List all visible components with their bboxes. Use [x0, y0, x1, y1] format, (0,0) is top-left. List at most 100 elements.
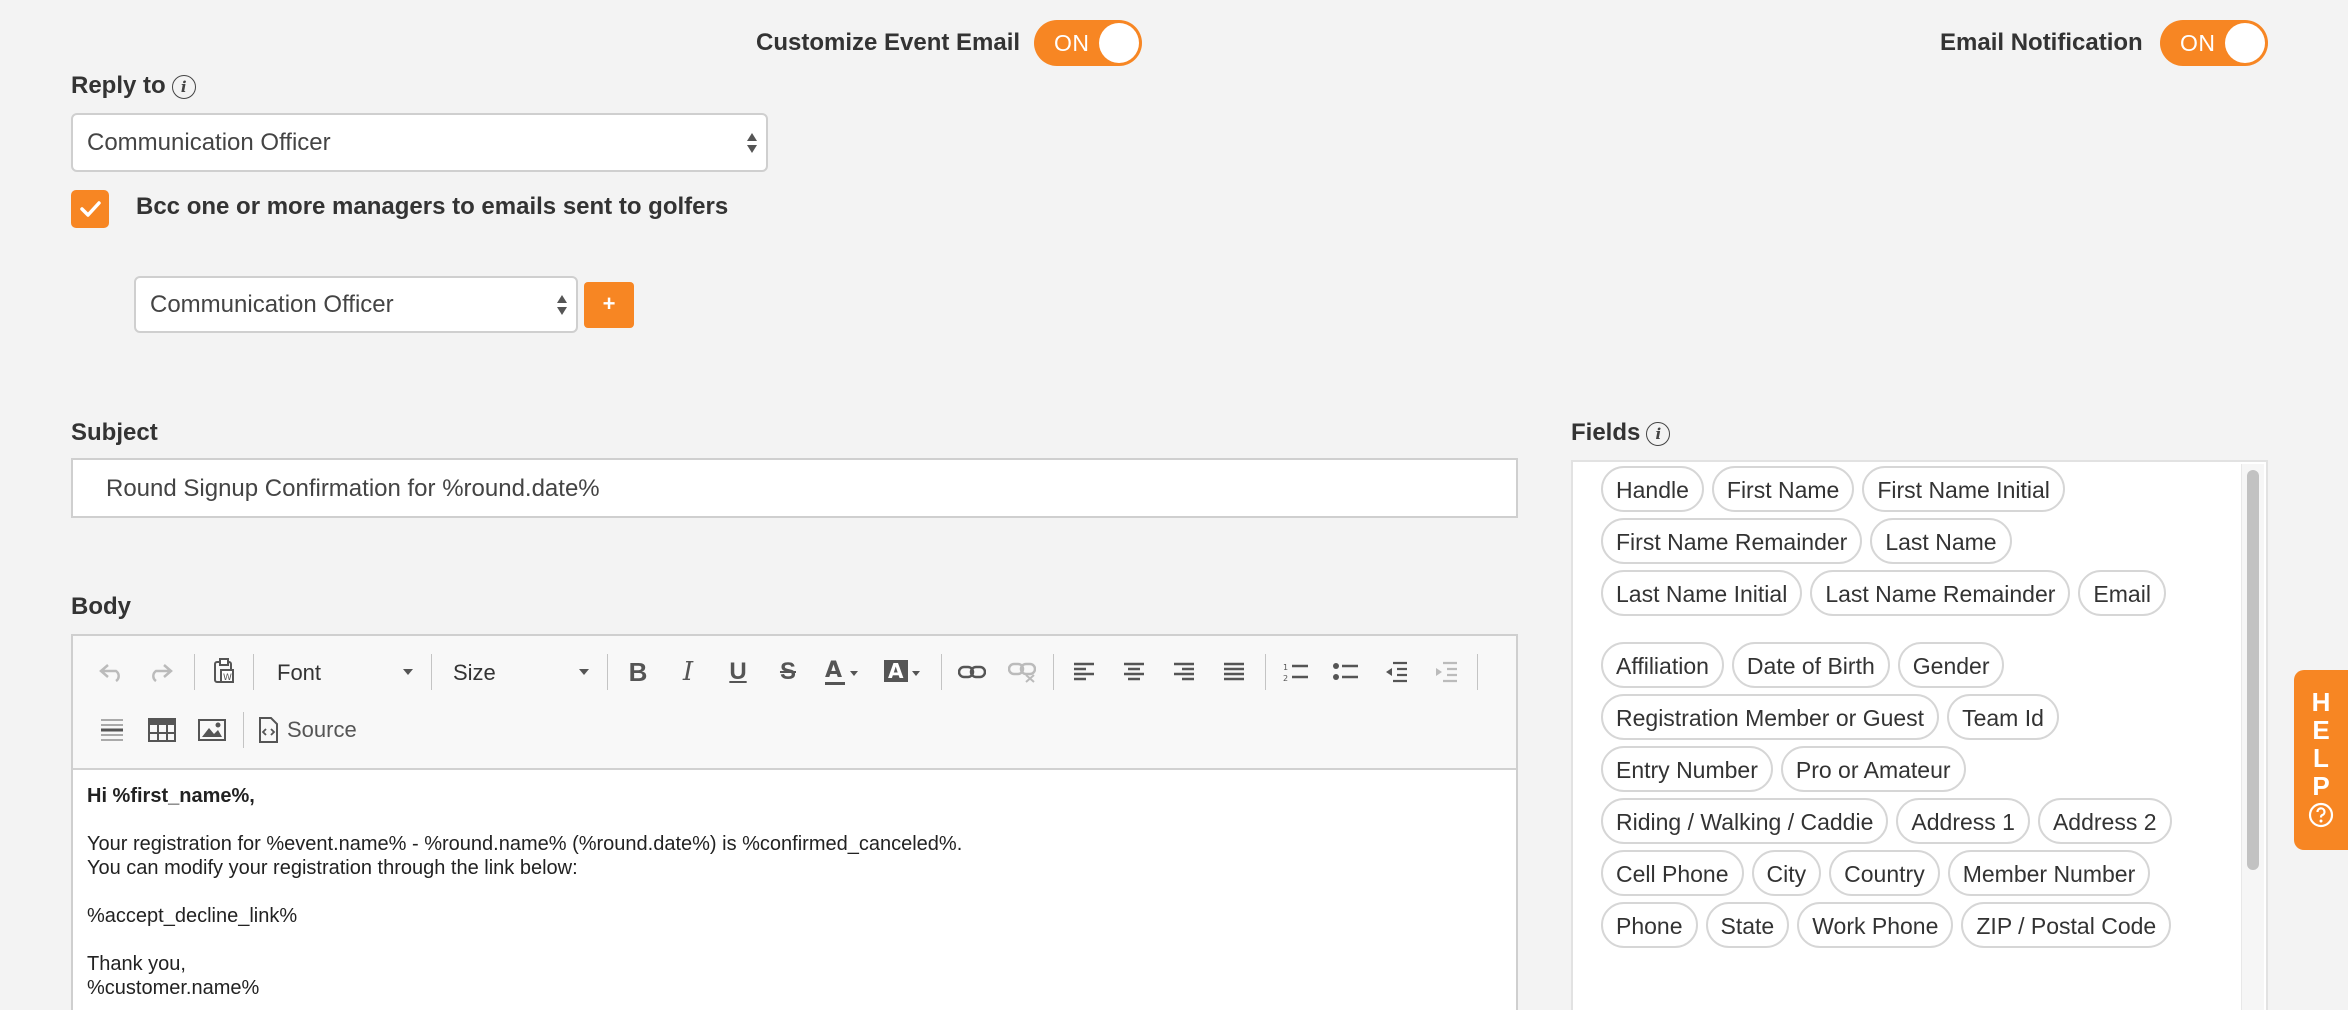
field-chip[interactable]: Phone [1601, 902, 1698, 948]
modify-line: You can modify your registration through… [87, 857, 578, 879]
help-letter: H [2311, 687, 2331, 717]
align-center-icon[interactable] [1117, 654, 1151, 690]
image-icon[interactable] [195, 712, 229, 748]
reply-to-select[interactable]: Communication Officer [71, 113, 768, 172]
toolbar-separator [1477, 654, 1478, 690]
fields-scrollbar-thumb[interactable] [2247, 470, 2259, 870]
field-chip[interactable]: Cell Phone [1601, 850, 1744, 896]
toggle-state-label: ON [1054, 30, 1090, 56]
body-editor[interactable]: W Font Size B I U S A A 1 2 Source Hi %f… [71, 634, 1518, 1010]
align-left-icon[interactable] [1067, 654, 1101, 690]
field-chip[interactable]: Email [2078, 570, 2166, 616]
horizontal-line-icon[interactable] [95, 712, 129, 748]
source-label: Source [287, 717, 357, 742]
editor-toolbar: W Font Size B I U S A A 1 2 Source [73, 636, 1516, 770]
reply-to-label: Reply to i [71, 72, 196, 100]
help-letter: L [2313, 743, 2329, 773]
align-right-icon[interactable] [1167, 654, 1201, 690]
customize-event-email-label: Customize Event Email [756, 29, 1021, 56]
numbered-list-icon[interactable]: 12 [1279, 654, 1313, 690]
field-chip[interactable]: Address 2 [2037, 798, 2172, 844]
subject-label: Subject [71, 419, 158, 446]
field-chip[interactable]: First Name [1711, 466, 1855, 512]
field-chip[interactable]: Team Id [1947, 694, 2059, 740]
toolbar-separator [941, 654, 942, 690]
field-chip[interactable]: Handle [1601, 466, 1704, 512]
field-chip[interactable]: Gender [1897, 642, 2005, 688]
add-manager-button[interactable]: + [584, 282, 634, 328]
toolbar-separator [607, 654, 608, 690]
source-button[interactable]: Source [257, 712, 367, 748]
field-chips: Handle First Name First Name Initial First … [1601, 466, 2211, 948]
size-combo[interactable]: Size [453, 654, 589, 690]
toggle-knob [1099, 23, 1139, 63]
field-chip[interactable]: City [1751, 850, 1822, 896]
svg-text:W: W [223, 673, 232, 683]
bcc-checkbox[interactable] [71, 190, 109, 228]
help-question-icon [2308, 802, 2334, 828]
field-chip[interactable]: Riding / Walking / Caddie [1601, 798, 1889, 844]
italic-icon[interactable]: I [671, 654, 705, 690]
svg-text:A: A [888, 659, 904, 683]
field-chip[interactable]: State [1705, 902, 1790, 948]
table-icon[interactable] [145, 712, 179, 748]
field-chip[interactable]: Registration Member or Guest [1601, 694, 1940, 740]
editor-content[interactable]: Hi %first_name%, Your registration for %… [87, 784, 1502, 1000]
background-color-icon[interactable]: A [881, 654, 925, 690]
field-chip[interactable]: Pro or Amateur [1780, 746, 1966, 792]
toolbar-separator [194, 654, 195, 690]
fields-scrollbar[interactable] [2241, 464, 2264, 1010]
email-notification-label: Email Notification [1940, 29, 2143, 56]
increase-indent-icon[interactable] [1429, 654, 1463, 690]
decrease-indent-icon[interactable] [1379, 654, 1413, 690]
field-chip[interactable]: Last Name Initial [1601, 570, 1803, 616]
field-chip[interactable]: Member Number [1947, 850, 2151, 896]
help-letter: E [2312, 715, 2330, 745]
redo-icon[interactable] [143, 654, 177, 690]
field-chip[interactable]: Affiliation [1601, 642, 1724, 688]
bold-icon[interactable]: B [621, 654, 655, 690]
toolbar-separator [1265, 654, 1266, 690]
select-arrows-icon [747, 132, 757, 153]
registration-line: Your registration for %event.name% - %ro… [87, 833, 963, 855]
field-chip[interactable]: Country [1829, 850, 1940, 896]
accept-decline-link-line: %accept_decline_link% [87, 905, 298, 927]
subject-input[interactable]: Round Signup Confirmation for %round.dat… [71, 458, 1518, 518]
bcc-manager-select[interactable]: Communication Officer [134, 276, 578, 333]
fields-panel: Handle First Name First Name Initial First … [1571, 460, 2268, 1010]
subject-value: Round Signup Confirmation for %round.dat… [106, 475, 600, 502]
svg-text:A: A [825, 658, 842, 683]
underline-icon[interactable]: U [721, 654, 755, 690]
field-chip[interactable]: First Name Remainder [1601, 518, 1863, 564]
info-icon[interactable]: i [1646, 421, 1671, 446]
unlink-icon[interactable] [1005, 654, 1039, 690]
undo-icon[interactable] [95, 654, 129, 690]
field-chip[interactable]: Entry Number [1601, 746, 1773, 792]
fields-label-text: Fields [1571, 419, 1641, 446]
email-notification-toggle[interactable]: ON [2160, 20, 2268, 66]
reply-to-value: Communication Officer [87, 128, 331, 156]
field-chip[interactable]: Last Name Remainder [1810, 570, 2071, 616]
bulleted-list-icon[interactable] [1329, 654, 1363, 690]
field-chip[interactable]: Date of Birth [1731, 642, 1890, 688]
toggle-knob [2225, 23, 2265, 63]
field-chip[interactable]: First Name Initial [1862, 466, 2065, 512]
strikethrough-icon[interactable]: S [771, 654, 805, 690]
customize-event-email-toggle[interactable]: ON [1034, 20, 1142, 66]
greeting-line: Hi %first_name%, [87, 785, 255, 807]
text-color-icon[interactable]: A [821, 654, 865, 690]
field-chip[interactable]: Work Phone [1797, 902, 1954, 948]
font-combo[interactable]: Font [277, 654, 413, 690]
help-letter: P [2312, 771, 2330, 801]
help-tab[interactable]: H E L P [2294, 670, 2348, 850]
size-combo-value: Size [453, 660, 496, 685]
paste-from-word-icon[interactable]: W [207, 654, 241, 690]
link-icon[interactable] [955, 654, 989, 690]
align-justify-icon[interactable] [1217, 654, 1251, 690]
bcc-label: Bcc one or more managers to emails sent … [136, 193, 729, 220]
field-chip[interactable]: ZIP / Postal Code [1961, 902, 2172, 948]
field-chip[interactable]: Last Name [1870, 518, 2012, 564]
field-chip[interactable]: Address 1 [1896, 798, 2030, 844]
info-icon[interactable]: i [171, 74, 196, 99]
bcc-manager-value: Communication Officer [150, 290, 394, 318]
